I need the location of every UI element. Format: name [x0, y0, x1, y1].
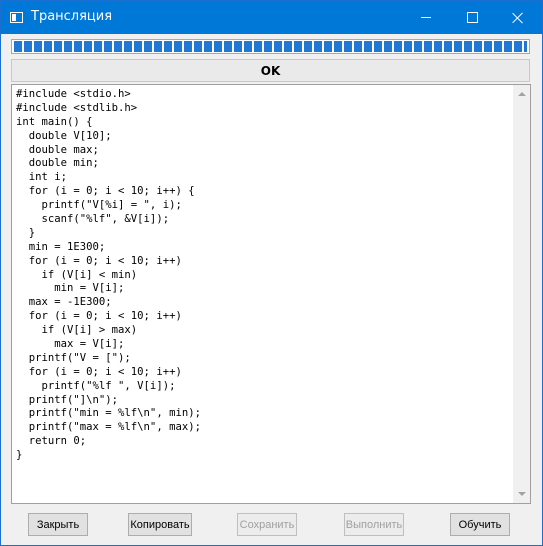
save-button: Сохранить — [237, 513, 297, 536]
code-line: printf("]\n"); — [16, 393, 119, 406]
close-button[interactable]: Закрыть — [28, 513, 88, 536]
code-line: int main() { — [16, 115, 93, 128]
code-line: double max; — [16, 143, 99, 156]
close-icon — [512, 12, 524, 24]
code-line: double V[10]; — [16, 129, 112, 142]
vertical-scrollbar[interactable] — [513, 85, 530, 503]
code-line: for (i = 0; i < 10; i++) { — [16, 185, 195, 198]
close-window-button[interactable] — [495, 1, 541, 34]
run-button: Выполнить — [344, 513, 404, 536]
code-line: min = V[i]; — [16, 282, 125, 295]
minimize-icon — [421, 17, 431, 18]
code-line: } — [16, 226, 36, 239]
maximize-icon — [466, 12, 478, 23]
code-line: max = -1E300; — [16, 296, 112, 309]
scroll-up-arrow-icon[interactable] — [518, 92, 526, 96]
code-line: for (i = 0; i < 10; i++) — [16, 254, 182, 267]
code-textarea[interactable]: #include <stdio.h> #include <stdlib.h> int… — [11, 84, 531, 504]
code-line: printf("V = ["); — [16, 351, 131, 364]
code-line: } — [16, 449, 23, 462]
code-line: #include <stdlib.h> — [16, 101, 138, 114]
code-line: for (i = 0; i < 10; i++) — [16, 310, 182, 323]
code-line: printf("%lf ", V[i]); — [16, 379, 176, 392]
code-line: for (i = 0; i < 10; i++) — [16, 365, 182, 378]
copy-button[interactable]: Копировать — [128, 513, 192, 536]
code-line: if (V[i] > max) — [16, 324, 138, 337]
title-bar[interactable]: Трансляция — [1, 1, 542, 34]
code-line: printf("V[%i] = ", i); — [16, 199, 182, 212]
minimize-button[interactable] — [403, 1, 449, 34]
code-line: #include <stdio.h> — [16, 88, 131, 100]
code-line: scanf("%lf", &V[i]); — [16, 213, 170, 226]
code-line: printf("max = %lf\n", max); — [16, 421, 201, 434]
code-line: if (V[i] < min) — [16, 268, 138, 281]
translation-window: Трансляция OK #include <stdio.h> #include… — [0, 0, 543, 546]
code-lines: #include <stdio.h> #include <stdlib.h> int… — [16, 88, 201, 463]
train-button[interactable]: Обучить — [450, 513, 510, 536]
code-line: min = 1E300; — [16, 240, 106, 253]
progress-fill — [14, 41, 527, 52]
code-line: max = V[i]; — [16, 338, 125, 351]
status-ok-bar: OK — [11, 59, 530, 82]
app-icon — [10, 12, 23, 23]
scroll-down-arrow-icon[interactable] — [518, 492, 526, 496]
code-line: double min; — [16, 157, 99, 170]
status-ok-label: OK — [260, 63, 281, 78]
code-line: return 0; — [16, 435, 87, 448]
window-title: Трансляция — [31, 9, 113, 24]
code-line: int i; — [16, 171, 68, 184]
progress-bar — [11, 39, 530, 54]
maximize-button[interactable] — [449, 1, 495, 34]
code-line: printf("min = %lf\n", min); — [16, 407, 201, 420]
